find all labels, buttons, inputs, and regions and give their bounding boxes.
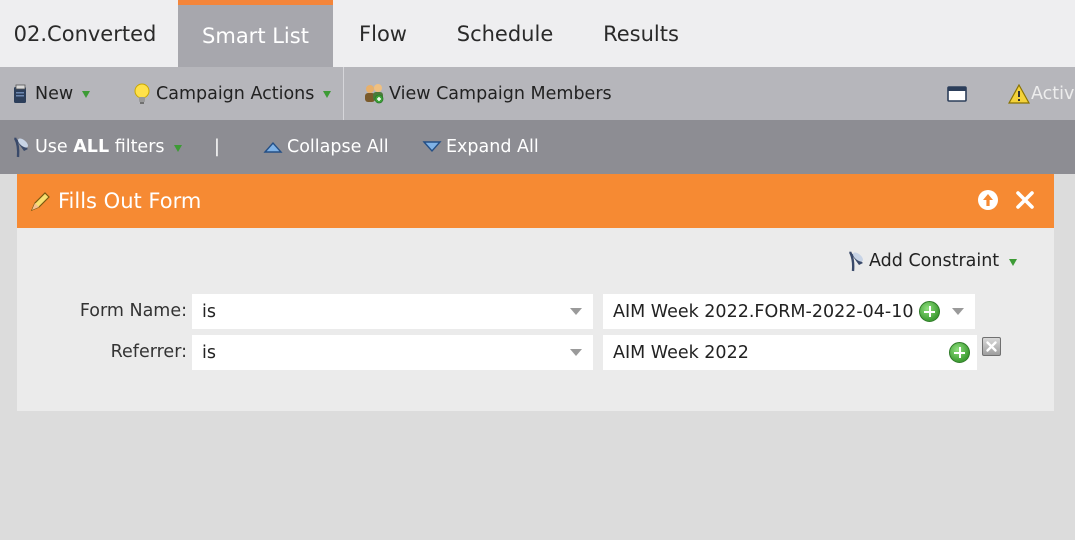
filter-funnel-icon: [13, 137, 28, 158]
collapse-all-button[interactable]: Collapse All: [263, 120, 389, 174]
add-value-icon[interactable]: [919, 301, 940, 322]
expand-all-label: Expand All: [446, 137, 539, 157]
tab-label: Smart List: [202, 24, 309, 48]
delete-x-icon: [986, 341, 997, 352]
window-toggle-button[interactable]: [947, 67, 967, 120]
dropdown-triangle-icon: [173, 144, 182, 152]
chevron-down-icon: [952, 308, 964, 315]
window-icon: [947, 85, 967, 102]
tab-program-name[interactable]: 02.Converted: [0, 0, 170, 67]
use-suffix: filters: [109, 137, 165, 157]
remove-constraint-button[interactable]: [982, 337, 1001, 356]
separator-text: |: [214, 137, 220, 157]
new-document-icon: [14, 84, 26, 103]
dropdown-triangle-icon: [323, 91, 332, 98]
add-constraint-label: Add Constraint: [869, 251, 1000, 271]
pencil-form-icon: [30, 192, 50, 212]
referrer-label: Referrer:: [110, 342, 187, 362]
campaign-actions-button[interactable]: Campaign Actions: [133, 67, 332, 120]
referrer-operator-select[interactable]: is: [192, 335, 593, 370]
view-campaign-members-button[interactable]: View Campaign Members: [362, 67, 612, 120]
referrer-value: AIM Week 2022: [613, 342, 749, 363]
lightbulb-icon: [134, 83, 150, 104]
campaign-actions-label: Campaign Actions: [156, 83, 315, 104]
expand-all-button[interactable]: Expand All: [422, 120, 539, 174]
filter-title: Fills Out Form: [58, 189, 202, 213]
toolbar-divider: [343, 67, 344, 120]
new-button[interactable]: New: [12, 67, 91, 120]
tab-bar: 02.Converted Smart List Flow Schedule Re…: [0, 0, 1075, 67]
triangle-up-icon: [263, 141, 283, 153]
dropdown-triangle-icon: [1009, 258, 1018, 266]
dropdown-triangle-icon: [82, 91, 91, 98]
tab-label: 02.Converted: [13, 21, 157, 46]
triangle-down-icon: [422, 141, 442, 153]
form-name-value-select[interactable]: AIM Week 2022.FORM-2022-04-10: [603, 294, 975, 329]
tab-smart-list[interactable]: Smart List: [178, 0, 333, 67]
new-label: New: [35, 83, 74, 104]
chevron-down-icon: [570, 349, 582, 356]
referrer-value-input[interactable]: AIM Week 2022: [603, 335, 977, 370]
filter-bar-separator: |: [214, 120, 220, 174]
add-value-icon[interactable]: [949, 342, 970, 363]
use-all-bold: ALL: [73, 137, 110, 157]
tab-label: Results: [603, 21, 679, 46]
tab-results[interactable]: Results: [585, 0, 697, 67]
filter-bar: Use ALL filters | Collapse All Expand Al…: [0, 120, 1075, 174]
tab-flow[interactable]: Flow: [340, 0, 426, 67]
close-icon[interactable]: [1014, 189, 1036, 211]
active-status[interactable]: Active: [1008, 67, 1075, 120]
filter-card-header: Fills Out Form: [17, 174, 1054, 228]
filter-funnel-icon: [848, 251, 863, 272]
chevron-down-icon: [570, 308, 582, 315]
use-prefix: Use: [35, 137, 74, 157]
people-group-icon: [365, 83, 384, 103]
filter-card: Fills Out Form Add Constraint Form Name:…: [17, 174, 1054, 411]
tab-schedule[interactable]: Schedule: [440, 0, 570, 67]
form-name-operator-select[interactable]: is: [192, 294, 593, 329]
form-name-value: AIM Week 2022.FORM-2022-04-10: [613, 301, 914, 322]
warning-icon: [1008, 83, 1030, 104]
operator-value: is: [202, 301, 216, 322]
use-all-filters-button[interactable]: Use ALL filters: [10, 120, 182, 174]
operator-value: is: [202, 342, 216, 363]
move-up-icon[interactable]: [977, 189, 999, 211]
add-constraint-button[interactable]: Add Constraint: [845, 247, 1018, 275]
view-campaign-members-label: View Campaign Members: [389, 83, 612, 104]
form-name-label: Form Name:: [79, 301, 187, 321]
action-toolbar: New Campaign Actions View Campaign Membe…: [0, 67, 1075, 120]
collapse-all-label: Collapse All: [287, 137, 389, 157]
tab-label: Flow: [359, 21, 407, 46]
active-label: Active: [1031, 83, 1075, 104]
tab-label: Schedule: [456, 21, 554, 46]
